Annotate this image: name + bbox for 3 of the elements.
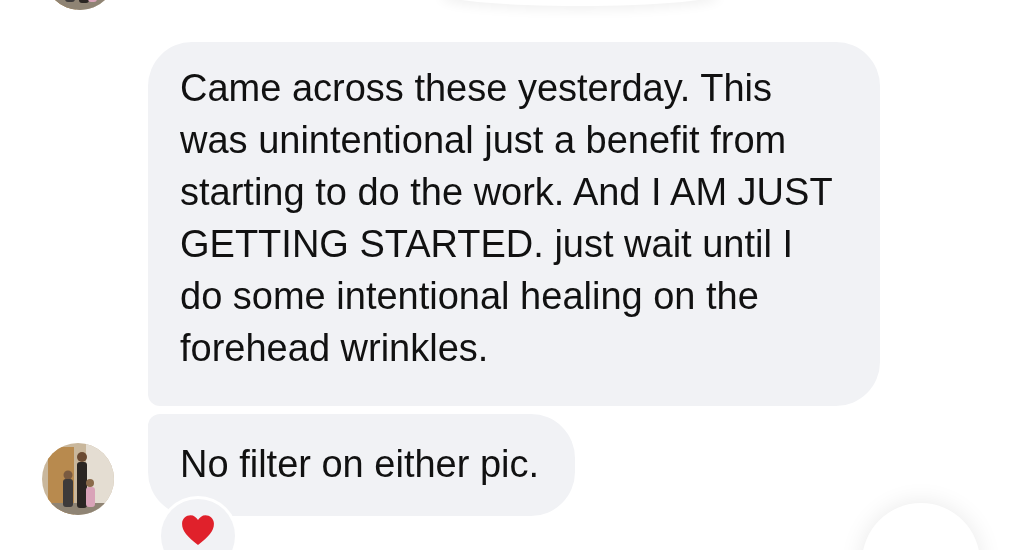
message-bubble: Came across these yesterday. This was unintentional just a benefit from starting to do the work. And I AM JUST GETTING STARTED. just wait until I do some intentional healing on the forehead wrinkles. [148,42,880,406]
heart-icon [181,514,215,546]
message-bubble: No filter on either pic. [148,414,576,516]
